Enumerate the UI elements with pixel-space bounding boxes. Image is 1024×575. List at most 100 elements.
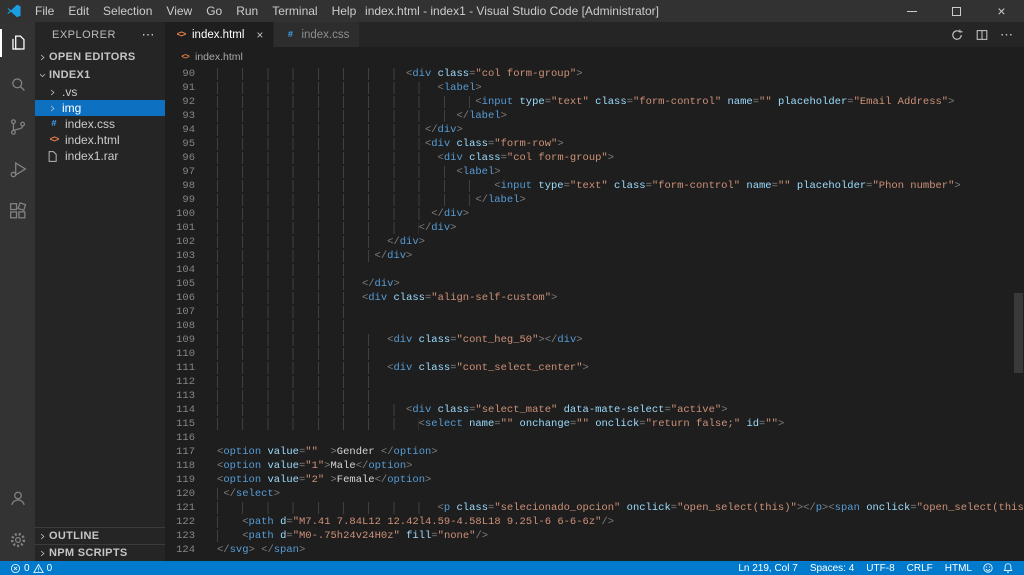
code-line[interactable]: 97 <label> [165,165,1024,179]
code-line[interactable]: 122 <path d="M7.41 7.84L12 12.42l4.59-4.… [165,515,1024,529]
menu-file[interactable]: File [28,0,61,22]
code-line[interactable]: 112 [165,375,1024,389]
extensions-icon [7,200,29,222]
menu-bar: FileEditSelectionViewGoRunTerminalHelp [28,0,363,22]
problems-indicator[interactable]: 0 0 [6,563,56,574]
section-open-editors[interactable]: OPEN EDITORS [35,48,165,66]
code-line[interactable]: 102 </div> [165,235,1024,249]
status-crlf[interactable]: CRLF [901,563,939,574]
code-line[interactable]: 114 <div class="select_mate" data-mate-s… [165,403,1024,417]
more-actions-icon[interactable]: ⋯ [1000,28,1013,41]
menu-run[interactable]: Run [229,0,265,22]
tree-item-index-html[interactable]: <>index.html [35,132,165,148]
code-line[interactable]: 124</svg> </span> [165,543,1024,557]
menu-edit[interactable]: Edit [61,0,96,22]
indent-guides [217,348,387,360]
code-line[interactable]: 107 [165,305,1024,319]
code-line[interactable]: 93 </label> [165,109,1024,123]
chevron-right-icon [38,532,47,541]
activity-search[interactable] [0,64,35,106]
indent-guides [217,320,362,332]
feedback-smiley-icon[interactable] [978,562,998,574]
section-outline[interactable]: OUTLINE [35,527,165,544]
tree-item-index-css[interactable]: #index.css [35,116,165,132]
code-line[interactable]: 116 [165,431,1024,445]
code-line[interactable]: 92 <input type="text" class="form-contro… [165,95,1024,109]
code-line-text: <select name="" onchange="" onclick="ret… [195,417,784,431]
code-line[interactable]: 94 </div> [165,123,1024,137]
line-number: 104 [165,263,195,277]
code-line[interactable]: 117<option value="" >Gender </option> [165,445,1024,459]
menu-view[interactable]: View [159,0,199,22]
code-line-text [195,305,362,319]
activity-extensions[interactable] [0,190,35,232]
vertical-scrollbar[interactable] [1014,293,1023,373]
breadcrumb-item[interactable]: index.html [195,51,243,63]
code-line[interactable]: 103 </div> [165,249,1024,263]
line-number: 111 [165,361,195,375]
tree-item-img[interactable]: img [35,100,165,116]
section-project[interactable]: INDEX1 [35,66,165,84]
code-line[interactable]: 95 <div class="form-row"> [165,137,1024,151]
code-line[interactable]: 90 <div class="col form-group"> [165,67,1024,81]
status-utf-8[interactable]: UTF-8 [860,563,900,574]
code-line[interactable]: 119<option value="2" >Female</option> [165,473,1024,487]
status-html[interactable]: HTML [939,563,978,574]
warning-icon [33,563,44,574]
activity-source-control[interactable] [0,106,35,148]
menu-help[interactable]: Help [325,0,364,22]
code-line[interactable]: 101 </div> [165,221,1024,235]
line-number: 106 [165,291,195,305]
activity-run-debug[interactable] [0,148,35,190]
open-changes-icon[interactable] [950,28,964,42]
indent-guides [217,516,242,528]
tab-index-html[interactable]: <>index.html× [165,22,274,47]
code-line[interactable]: 91 <label> [165,81,1024,95]
menu-terminal[interactable]: Terminal [265,0,324,22]
indent-guides [217,264,362,276]
code-line[interactable]: 113 [165,389,1024,403]
maximize-button[interactable] [934,0,979,22]
code-line[interactable]: 120 </select> [165,487,1024,501]
activity-explorer[interactable] [0,22,35,64]
html-file-icon: <> [175,30,187,40]
status-spaces-4[interactable]: Spaces: 4 [804,563,860,574]
run-debug-icon [7,158,29,180]
code-editor[interactable]: 90 <div class="col form-group">91 <label… [165,67,1024,561]
split-editor-icon[interactable] [975,28,989,42]
close-button[interactable]: × [979,0,1024,22]
code-line[interactable]: 105 </div> [165,277,1024,291]
code-line[interactable]: 100 </div> [165,207,1024,221]
file-icon [48,151,60,162]
code-line[interactable]: 115 <select name="" onchange="" onclick=… [165,417,1024,431]
tree-item-index1-rar[interactable]: index1.rar [35,148,165,164]
code-line[interactable]: 106 <div class="align-self-custom"> [165,291,1024,305]
line-number: 113 [165,389,195,403]
code-line[interactable]: 98 <input type="text" class="form-contro… [165,179,1024,193]
notifications-bell-icon[interactable] [998,562,1018,574]
code-line[interactable]: 121 <p class="selecionado_opcion" onclic… [165,501,1024,515]
minimize-button[interactable] [889,0,934,22]
indent-guides [217,292,362,304]
tree-item-vs[interactable]: .vs [35,84,165,100]
error-icon [10,563,21,574]
tab-close-icon[interactable]: × [256,29,263,41]
code-line[interactable]: 118<option value="1">Male</option> [165,459,1024,473]
code-line[interactable]: 108 [165,319,1024,333]
code-line[interactable]: 96 <div class="col form-group"> [165,151,1024,165]
code-line[interactable]: 109 <div class="cont_heg_50"></div> [165,333,1024,347]
code-line[interactable]: 99 </label> [165,193,1024,207]
menu-go[interactable]: Go [199,0,229,22]
tab-index-css[interactable]: #index.css [274,22,360,47]
menu-selection[interactable]: Selection [96,0,159,22]
explorer-more-actions-icon[interactable]: ⋯ [142,27,156,43]
activity-account[interactable] [0,477,35,519]
code-line[interactable]: 104 [165,263,1024,277]
section-npm-scripts[interactable]: NPM SCRIPTS [35,544,165,561]
code-line[interactable]: 111 <div class="cont_select_center"> [165,361,1024,375]
code-line[interactable]: 123 <path d="M0-.75h24v24H0z" fill="none… [165,529,1024,543]
tab-label: index.css [301,29,349,41]
code-line[interactable]: 110 [165,347,1024,361]
activity-settings[interactable] [0,519,35,561]
status-ln-219-col-7[interactable]: Ln 219, Col 7 [732,563,804,574]
